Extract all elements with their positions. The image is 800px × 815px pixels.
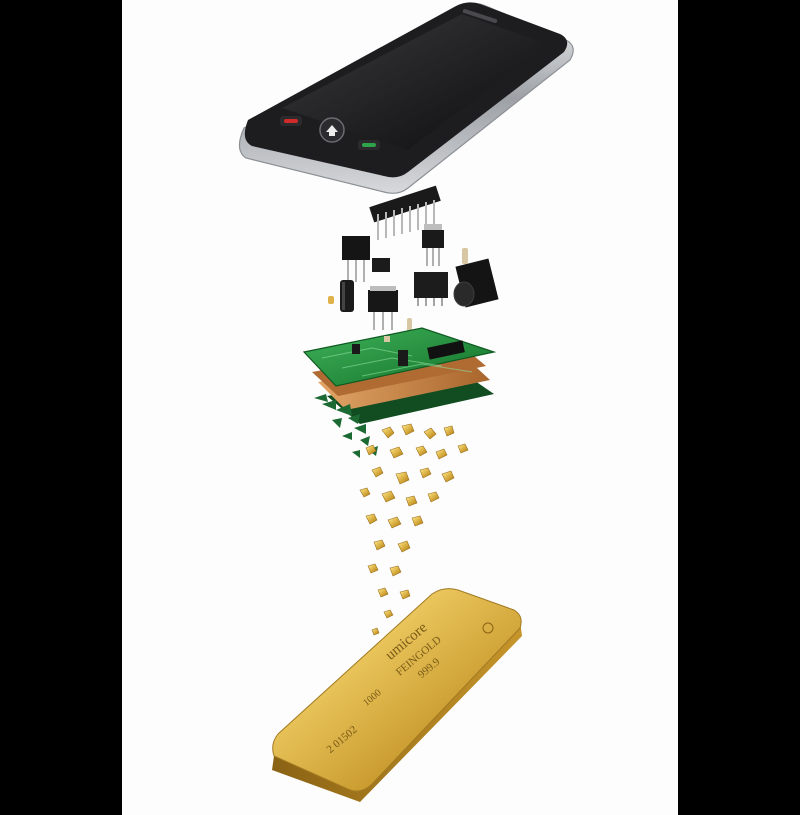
transistor [368, 286, 398, 330]
voltage-regulator [422, 224, 444, 266]
ceramic-capacitor [328, 296, 334, 304]
call-icon[interactable] [358, 140, 380, 150]
end-call-icon[interactable] [280, 116, 302, 126]
home-icon[interactable] [319, 117, 345, 143]
dip-chip [414, 272, 448, 306]
resistor [462, 248, 468, 264]
smartphone [238, 2, 574, 194]
illustration: umicore FEINGOLD 999.9 1000 2 01502 [238, 2, 574, 802]
image-canvas: umicore FEINGOLD 999.9 1000 2 01502 [122, 0, 678, 815]
chip [372, 258, 390, 272]
circuit-board-stack [302, 327, 497, 424]
gold-bar: umicore FEINGOLD 999.9 1000 2 01502 [272, 588, 522, 802]
transistor [342, 236, 370, 282]
power-jack [453, 258, 499, 308]
electrolytic-capacitor [340, 280, 354, 312]
